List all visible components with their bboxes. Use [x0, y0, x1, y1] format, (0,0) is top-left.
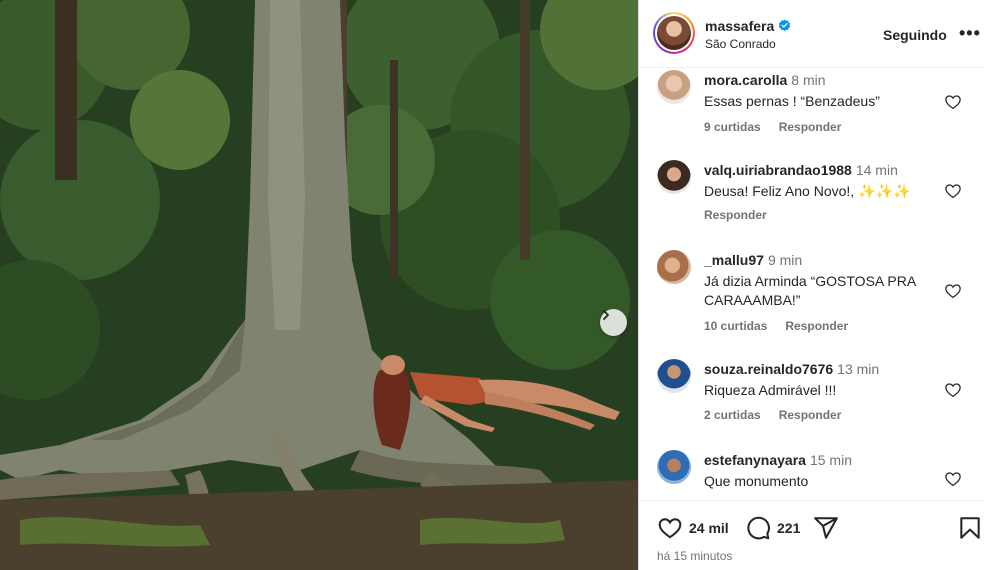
posted-time[interactable]: há 15 minutos: [657, 549, 732, 563]
heart-icon[interactable]: [944, 282, 962, 300]
comment-header: estefanynayara 15 min: [704, 452, 852, 468]
heart-icon[interactable]: [657, 515, 683, 541]
comment-text: Essas pernas ! “Benzadeus”: [704, 93, 880, 109]
comment-time: 13 min: [837, 361, 880, 377]
commenter-avatar[interactable]: [657, 250, 691, 284]
chevron-right-icon: [603, 310, 609, 320]
commenter-username[interactable]: souza.reinaldo7676: [704, 361, 833, 377]
comment-likes[interactable]: 9 curtidas: [704, 120, 761, 134]
post-actions-bar: 24 mil 221 há 15 minutos: [639, 501, 984, 570]
post-location[interactable]: São Conrado: [705, 37, 776, 51]
comment-text: Já dizia Arminda “GOSTOSA PRA CARAAAMBA!…: [704, 273, 916, 308]
comment-text: Riqueza Admirável !!!: [704, 382, 837, 398]
comment-time: 9 min: [767, 252, 803, 268]
commenter-avatar[interactable]: [657, 160, 691, 194]
comment-meta: 9 curtidas Responder: [704, 120, 859, 134]
comment-header: _mallu97 9 min: [704, 252, 802, 268]
comment-likes[interactable]: 2 curtidas: [704, 408, 761, 422]
comment-item: mora.carolla 8 min Essas pernas ! “Benzad…: [639, 70, 984, 158]
comment-text: Que monumento: [704, 473, 809, 489]
reply-button[interactable]: Responder: [779, 408, 842, 422]
heart-icon[interactable]: [944, 182, 962, 200]
likes-count[interactable]: 24 mil: [689, 520, 729, 536]
following-button[interactable]: Seguindo: [883, 27, 947, 43]
post-photo: [0, 0, 638, 570]
more-options-button[interactable]: •••: [959, 24, 981, 42]
comment-time: 8 min: [791, 72, 826, 88]
heart-icon[interactable]: [944, 93, 962, 111]
comment-item: souza.reinaldo7676 13 min Riqueza Admiráv…: [639, 359, 984, 447]
post-header: massafera São Conrado Seguindo •••: [639, 0, 984, 68]
commenter-avatar[interactable]: [657, 359, 691, 393]
comment-likes[interactable]: 10 curtidas: [704, 319, 767, 333]
comment-header: souza.reinaldo7676 13 min: [704, 361, 879, 377]
comments-count[interactable]: 221: [777, 520, 800, 536]
heart-icon[interactable]: [944, 381, 962, 399]
commenter-username[interactable]: valq.uiriabrandao1988: [704, 162, 852, 178]
comment-item: estefanynayara 15 min Que monumento: [639, 450, 984, 500]
comment-item: valq.uiriabrandao1988 14 min Deusa! Feliz…: [639, 160, 984, 248]
comment-item: _mallu97 9 min Já dizia Arminda “GOSTOSA …: [639, 250, 984, 358]
next-photo-button[interactable]: [600, 309, 627, 336]
reply-button[interactable]: Responder: [779, 120, 842, 134]
commenter-avatar[interactable]: [657, 70, 691, 104]
comment-text: Deusa! Feliz Ano Novo!, ✨✨✨: [704, 183, 911, 199]
comments-list[interactable]: mora.carolla 8 min Essas pernas ! “Benzad…: [639, 68, 984, 500]
heart-icon[interactable]: [944, 470, 962, 488]
comment-meta: 10 curtidas Responder: [704, 319, 866, 333]
comment-time: 15 min: [809, 452, 852, 468]
commenter-avatar[interactable]: [657, 450, 691, 484]
commenter-username[interactable]: estefanynayara: [704, 452, 806, 468]
comment-header: mora.carolla 8 min: [704, 72, 826, 88]
comment-meta: 2 curtidas Responder: [704, 408, 859, 422]
comment-icon[interactable]: [745, 515, 771, 541]
post-side-panel: massafera São Conrado Seguindo ••• mora.…: [639, 0, 984, 570]
commenter-username[interactable]: mora.carolla: [704, 72, 787, 88]
commenter-username[interactable]: _mallu97: [704, 252, 764, 268]
comment-time: 14 min: [855, 162, 898, 178]
reply-button[interactable]: Responder: [704, 208, 767, 222]
forest-photo-illustration: [0, 0, 638, 570]
author-avatar[interactable]: [653, 12, 695, 54]
share-icon[interactable]: [813, 515, 839, 541]
bookmark-icon[interactable]: [957, 515, 983, 541]
comment-header: valq.uiriabrandao1988 14 min: [704, 162, 898, 178]
author-username[interactable]: massafera: [705, 18, 774, 34]
comment-meta: Responder: [704, 208, 785, 222]
verified-icon: [779, 19, 791, 32]
reply-button[interactable]: Responder: [785, 319, 848, 333]
author-username-row[interactable]: massafera: [705, 18, 791, 34]
